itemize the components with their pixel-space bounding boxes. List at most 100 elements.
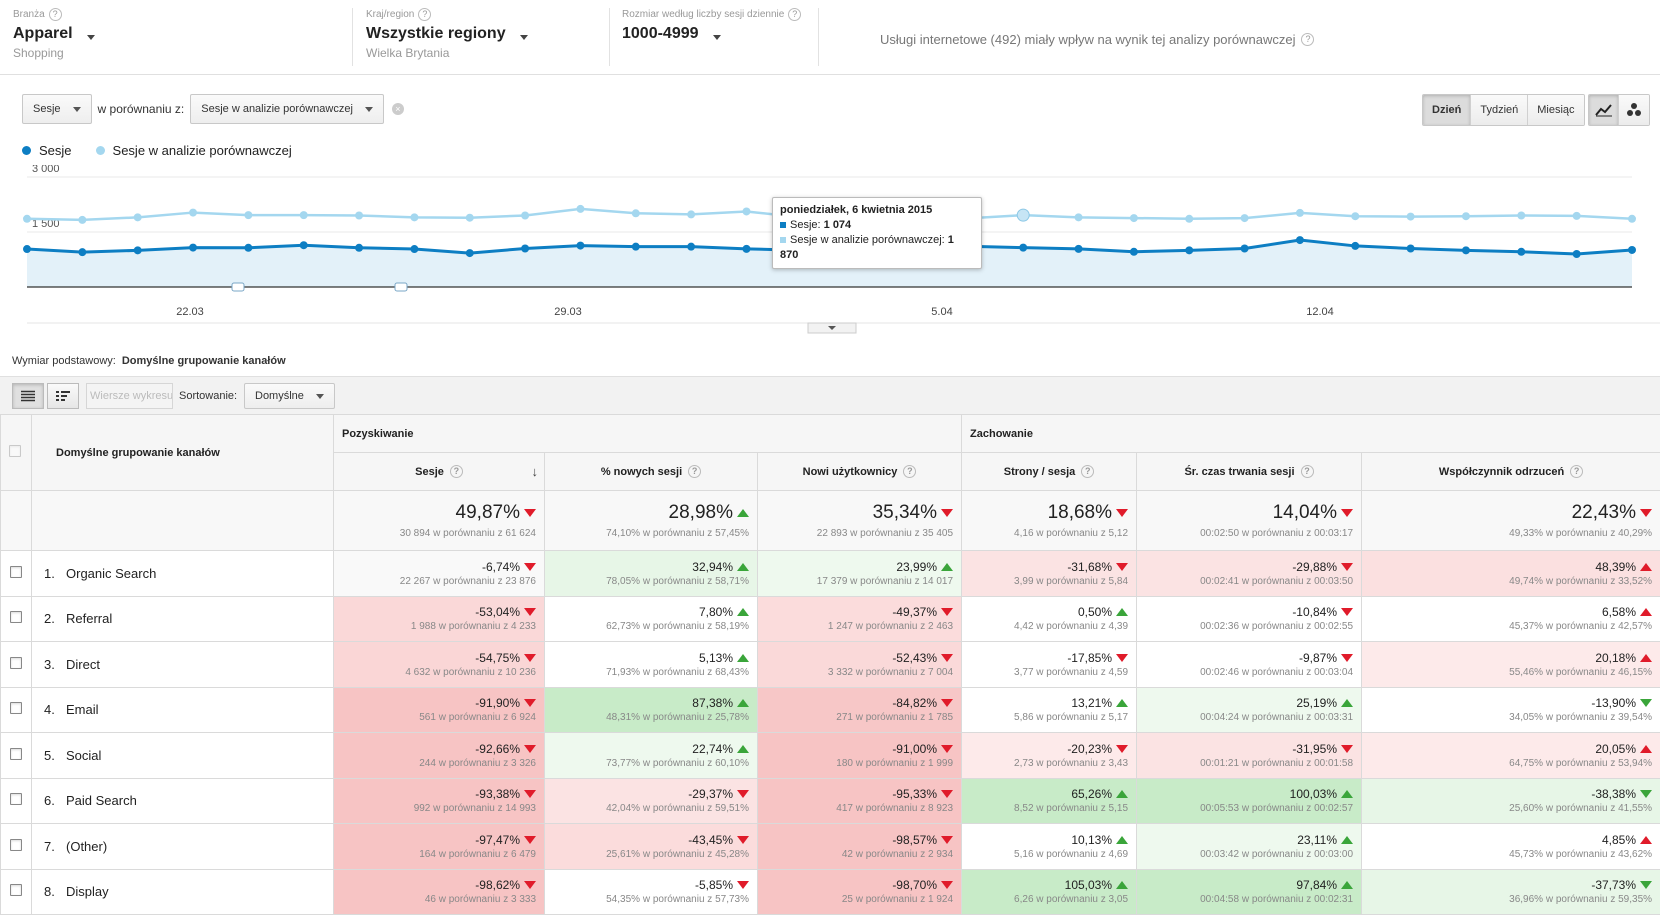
line-chart-icon[interactable]	[1589, 95, 1619, 125]
help-icon[interactable]: ?	[1300, 465, 1314, 478]
remove-compare-icon[interactable]: ×	[391, 103, 404, 115]
chart-type-toggle	[1588, 94, 1650, 126]
chevron-down-icon[interactable]	[712, 34, 721, 40]
column-header[interactable]: Śr. czas trwania sesji?	[1136, 452, 1363, 491]
column-header-inner: Nowi użytkownicy?	[803, 465, 917, 478]
arrow-up-icon	[1341, 699, 1354, 708]
channel-link[interactable]: Referral	[66, 611, 112, 626]
compare-select[interactable]: Sesje w analizie porównawczej	[190, 94, 384, 124]
row-checkbox[interactable]	[10, 565, 22, 578]
table-row[interactable]: 7. (Other) -97,47% 164 w porównaniu z 6 479…	[0, 823, 1660, 870]
table-view-icon[interactable]	[12, 383, 44, 409]
notice-text: Usługi internetowe (492) miały wpływ na …	[880, 32, 1296, 47]
row-checkbox-cell	[0, 641, 32, 688]
summary-cell: 28,98% 74,10% w porównaniu z 57,45%	[544, 490, 758, 551]
table-row[interactable]: 5. Social -92,66% 244 w porównaniu z 3 326 2…	[0, 732, 1660, 779]
metric-change: -91,90%	[475, 696, 520, 711]
metric-change: -17,85%	[1067, 650, 1113, 665]
help-icon[interactable]: ?	[903, 465, 917, 478]
table-row[interactable]: 3. Direct -54,75% 4 632 w porównaniu z 10 2…	[0, 641, 1660, 688]
row-index: 8.	[44, 884, 55, 900]
channel-link[interactable]: Display	[66, 884, 109, 899]
channel-link[interactable]: Email	[66, 702, 99, 717]
row-checkbox[interactable]	[10, 884, 22, 897]
metric-compare: 3 332 w porównaniu z 7 004	[827, 666, 954, 678]
metric-change: -98,57%	[892, 832, 938, 847]
column-header[interactable]: % nowych sesji?	[544, 452, 758, 491]
metric-value-wrap: -20,23%	[962, 742, 1129, 756]
column-header[interactable]: Współczynnik odrzuceń?	[1361, 452, 1660, 491]
chevron-down-icon[interactable]	[86, 34, 95, 40]
data-point	[133, 213, 142, 222]
size-filter[interactable]: Rozmiar według liczby sesji dziennie? 10…	[622, 8, 802, 43]
row-checkbox[interactable]	[10, 838, 22, 851]
channel-link[interactable]: (Other)	[66, 839, 107, 854]
period-week-button[interactable]: Tydzień	[1471, 95, 1529, 125]
column-header[interactable]: Sesje? ↓	[333, 452, 545, 491]
data-point	[1185, 246, 1194, 255]
channel-link[interactable]: Paid Search	[66, 793, 137, 808]
metric-change: -13,90%	[1591, 696, 1637, 711]
metric-value-wrap: 105,03%	[962, 878, 1129, 892]
help-icon[interactable]: ?	[788, 8, 802, 21]
summary-value-wrap: 18,68%	[962, 502, 1129, 524]
table-row[interactable]: 2. Referral -53,04% 1 988 w porównaniu z 4 …	[0, 595, 1660, 642]
table-row[interactable]: 4. Email -91,90% 561 w porównaniu z 6 924 87…	[0, 686, 1660, 733]
row-checkbox-cell	[0, 777, 32, 824]
help-icon[interactable]: ?	[418, 8, 432, 21]
data-point	[189, 243, 198, 252]
motion-chart-icon[interactable]	[1619, 95, 1649, 125]
tooltip-title: poniedziałek, 6 kwietnia 2015	[780, 204, 933, 216]
period-month-button[interactable]: Miesiąc	[1528, 95, 1584, 125]
table-row[interactable]: 8. Display -98,62% 46 w porównaniu z 3 333-…	[0, 868, 1660, 915]
chart-controls: Sesje w porównaniu z: Sesje w analizie p…	[22, 94, 404, 124]
metric-compare: 46 w porównaniu z 3 333	[424, 894, 536, 906]
channel-link[interactable]: Social	[66, 748, 101, 763]
help-icon[interactable]: ?	[449, 465, 463, 478]
select-all-checkbox[interactable]	[9, 445, 21, 457]
metric-select[interactable]: Sesje	[22, 94, 92, 124]
period-day-button[interactable]: Dzień	[1423, 95, 1472, 125]
metric-compare: 00:02:41 w porównaniu z 00:03:50	[1200, 575, 1354, 587]
table-row[interactable]: 6. Paid Search -93,38% 992 w porównaniu z 1…	[0, 777, 1660, 824]
sort-arrow-icon[interactable]: ↓	[532, 464, 539, 479]
help-icon[interactable]: ?	[688, 465, 702, 478]
metric-change: -92,66%	[475, 741, 520, 756]
row-checkbox[interactable]	[10, 702, 22, 715]
legend-item-sessions[interactable]: Sesje	[22, 143, 72, 158]
industry-filter[interactable]: Branża? Apparel Shopping	[13, 8, 95, 60]
channel-name-cell: 5. Social	[31, 732, 334, 779]
dimension-value[interactable]: Domyślne grupowanie kanałów	[122, 355, 286, 367]
legend-item-benchmark[interactable]: Sesje w analizie porównawczej	[95, 143, 292, 158]
metric-cell: 87,38% 48,31% w porównaniu z 25,78%	[544, 686, 758, 733]
metric-change: 23,99%	[896, 559, 938, 574]
row-checkbox[interactable]	[10, 656, 22, 669]
metric-cell: -9,87% 00:02:46 w porównaniu z 00:03:04	[1136, 641, 1363, 688]
region-filter[interactable]: Kraj/region? Wszystkie regiony Wielka Br…	[366, 8, 528, 60]
channel-link[interactable]: Organic Search	[66, 566, 156, 581]
column-header[interactable]: Nowi użytkownicy?	[756, 452, 963, 491]
help-icon[interactable]: ?	[1570, 465, 1584, 478]
row-checkbox[interactable]	[10, 747, 22, 760]
divider	[609, 8, 610, 66]
help-icon[interactable]: ?	[1301, 33, 1315, 46]
metric-change: -53,04%	[475, 605, 520, 620]
sort-select[interactable]: Domyślne	[244, 383, 335, 409]
metric-cell: -98,57% 42 w porównaniu z 2 934	[756, 823, 963, 870]
data-point	[299, 241, 308, 250]
comparison-view-icon[interactable]	[47, 383, 79, 409]
channel-link[interactable]: Direct	[66, 657, 100, 672]
metric-change: 48,39%	[1595, 559, 1637, 574]
chevron-down-icon[interactable]	[519, 34, 528, 40]
row-checkbox[interactable]	[10, 793, 22, 806]
row-checkbox[interactable]	[10, 611, 22, 624]
column-header[interactable]: Strony / sesja?	[961, 452, 1138, 491]
help-icon[interactable]: ?	[48, 8, 62, 21]
table-row[interactable]: 1. Organic Search -6,74% 22 267 w porównani…	[0, 550, 1660, 597]
channel-name-cell: 1. Organic Search	[31, 550, 334, 597]
metric-change: -93,38%	[475, 787, 520, 802]
annotation-marker	[231, 282, 245, 292]
dim-header[interactable]: Domyślne grupowanie kanałów	[31, 414, 334, 491]
arrow-down-icon	[941, 608, 954, 617]
help-icon[interactable]: ?	[1081, 465, 1095, 478]
